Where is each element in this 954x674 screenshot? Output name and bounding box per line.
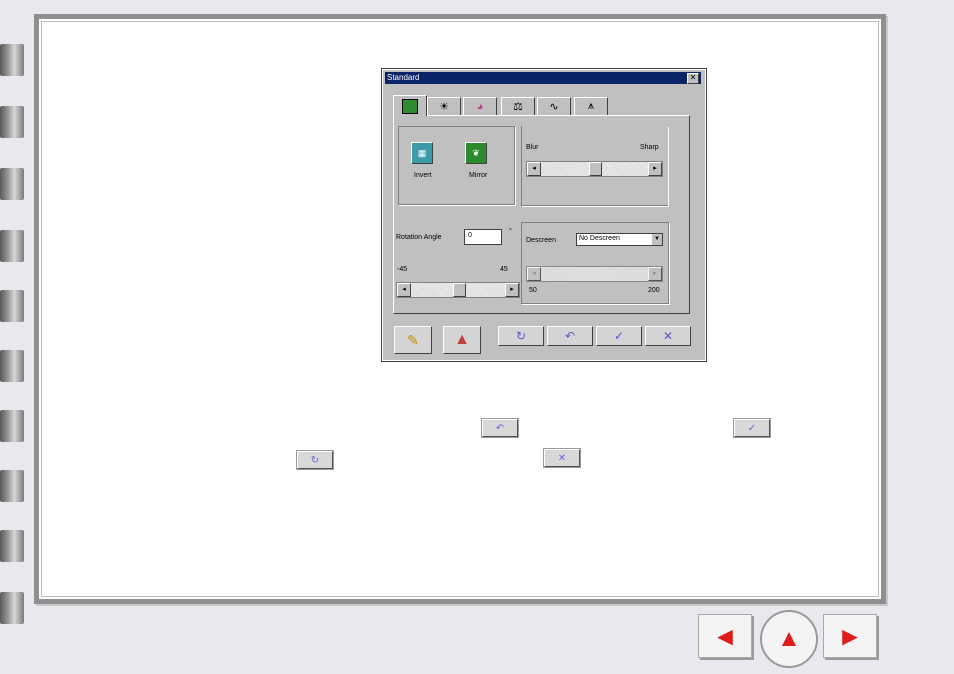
rgb-triangle-icon: ▲ [454, 331, 470, 348]
binder-ring [0, 350, 24, 382]
close-icon: ✕ [662, 329, 674, 343]
ok-inline-button[interactable]: ✓ [733, 418, 771, 438]
check-icon: ✓ [747, 422, 757, 434]
rotation-angle-input[interactable]: 0 [464, 229, 502, 245]
rotation-min-label: -45 [397, 266, 408, 273]
image-tab-icon [402, 98, 418, 114]
mirror-label: Mirror [469, 172, 488, 179]
descreen-select-value: No Descreen [579, 235, 620, 242]
tab-histogram[interactable]: ⩚ [574, 97, 608, 115]
ok-button[interactable]: ✓ [596, 326, 642, 346]
sharp-label: Sharp [640, 144, 659, 151]
color-wheel-tab-icon: ◕ [476, 100, 484, 113]
mirror-button[interactable]: ❦ [465, 142, 487, 164]
left-arrow-icon: ◄ [712, 620, 738, 651]
invert-button[interactable]: ▦ [411, 142, 433, 164]
dialog-title: Standard [387, 73, 420, 82]
undo-inline-button[interactable]: ↶ [481, 418, 519, 438]
undo-icon: ↶ [495, 422, 505, 434]
next-page-button[interactable]: ► [823, 614, 877, 658]
binder-ring [0, 410, 24, 442]
undo-icon: ↶ [564, 329, 576, 343]
magic-wand-icon: ✎ [407, 331, 419, 348]
reset-inline-button[interactable]: ↻ [296, 450, 334, 470]
invert-label: Invert [414, 172, 432, 179]
rotation-max-label: 45 [500, 266, 508, 273]
tab-brightness[interactable]: ☀ [427, 97, 461, 115]
flip-group [398, 126, 515, 205]
close-icon: ✕ [557, 452, 567, 464]
descreen-max-label: 200 [648, 287, 660, 294]
color-triangle-button[interactable]: ▲ [443, 326, 481, 354]
previous-page-button[interactable]: ◄ [698, 614, 752, 658]
descreen-label: Descreen [526, 237, 556, 244]
brightness-tab-icon: ☀ [439, 101, 449, 113]
chevron-down-icon[interactable]: ▼ [652, 234, 662, 245]
auto-adjust-button[interactable]: ✎ [394, 326, 432, 354]
binder-ring [0, 470, 24, 502]
binder-ring [0, 530, 24, 562]
cancel-inline-button[interactable]: ✕ [543, 448, 581, 468]
refresh-icon: ↻ [310, 454, 320, 466]
scroll-right-arrow[interactable]: ▸ [648, 162, 662, 176]
blur-label: Blur [526, 144, 539, 151]
descreen-min-label: 50 [529, 287, 537, 294]
descreen-select[interactable]: No Descreen ▼ [576, 233, 663, 246]
rotation-angle-label: Rotation Angle [396, 234, 442, 241]
scroll-left-arrow[interactable]: ◂ [527, 162, 541, 176]
degree-symbol: ° [509, 228, 512, 235]
scroll-left-arrow[interactable]: ◂ [397, 283, 411, 297]
scroll-right-arrow[interactable]: ▸ [648, 267, 662, 281]
curve-tab-icon: ∿ [549, 101, 559, 113]
cancel-button[interactable]: ✕ [645, 326, 691, 346]
undo-button[interactable]: ↶ [547, 326, 593, 346]
sharpness-slider[interactable]: ◂ ▸ [526, 161, 663, 177]
tab-curve[interactable]: ∿ [537, 97, 571, 115]
binder-ring [0, 106, 24, 138]
rotation-slider[interactable]: ◂ ▸ [396, 282, 520, 298]
up-arrow-icon: ▲ [777, 625, 801, 652]
dialog-titlebar: Standard ✕ [385, 72, 701, 84]
check-icon: ✓ [613, 329, 625, 343]
reset-button[interactable]: ↻ [498, 326, 544, 346]
binder-ring [0, 168, 24, 200]
scroll-right-arrow[interactable]: ▸ [505, 283, 519, 297]
standard-dialog: Standard ✕ ☀ ◕ ⚖ ∿ ⩚ ▦ Invert ❦ Mirror B… [381, 68, 707, 362]
balance-tab-icon: ⚖ [513, 101, 523, 113]
scroll-left-arrow[interactable]: ◂ [527, 267, 541, 281]
tab-balance[interactable]: ⚖ [501, 97, 535, 115]
sharpness-thumb[interactable] [589, 162, 602, 176]
binder-ring [0, 290, 24, 322]
binder-ring [0, 44, 24, 76]
right-arrow-icon: ► [837, 620, 863, 651]
refresh-icon: ↻ [515, 329, 527, 343]
tab-image[interactable] [393, 95, 427, 116]
histogram-tab-icon: ⩚ [587, 100, 595, 112]
tab-color[interactable]: ◕ [463, 97, 497, 115]
descreen-slider[interactable]: ◂ ▸ [526, 266, 663, 282]
binder-ring [0, 230, 24, 262]
close-icon[interactable]: ✕ [687, 73, 699, 84]
rotation-thumb[interactable] [452, 283, 466, 297]
binder-ring [0, 592, 24, 624]
home-button[interactable]: ▲ [760, 610, 818, 668]
